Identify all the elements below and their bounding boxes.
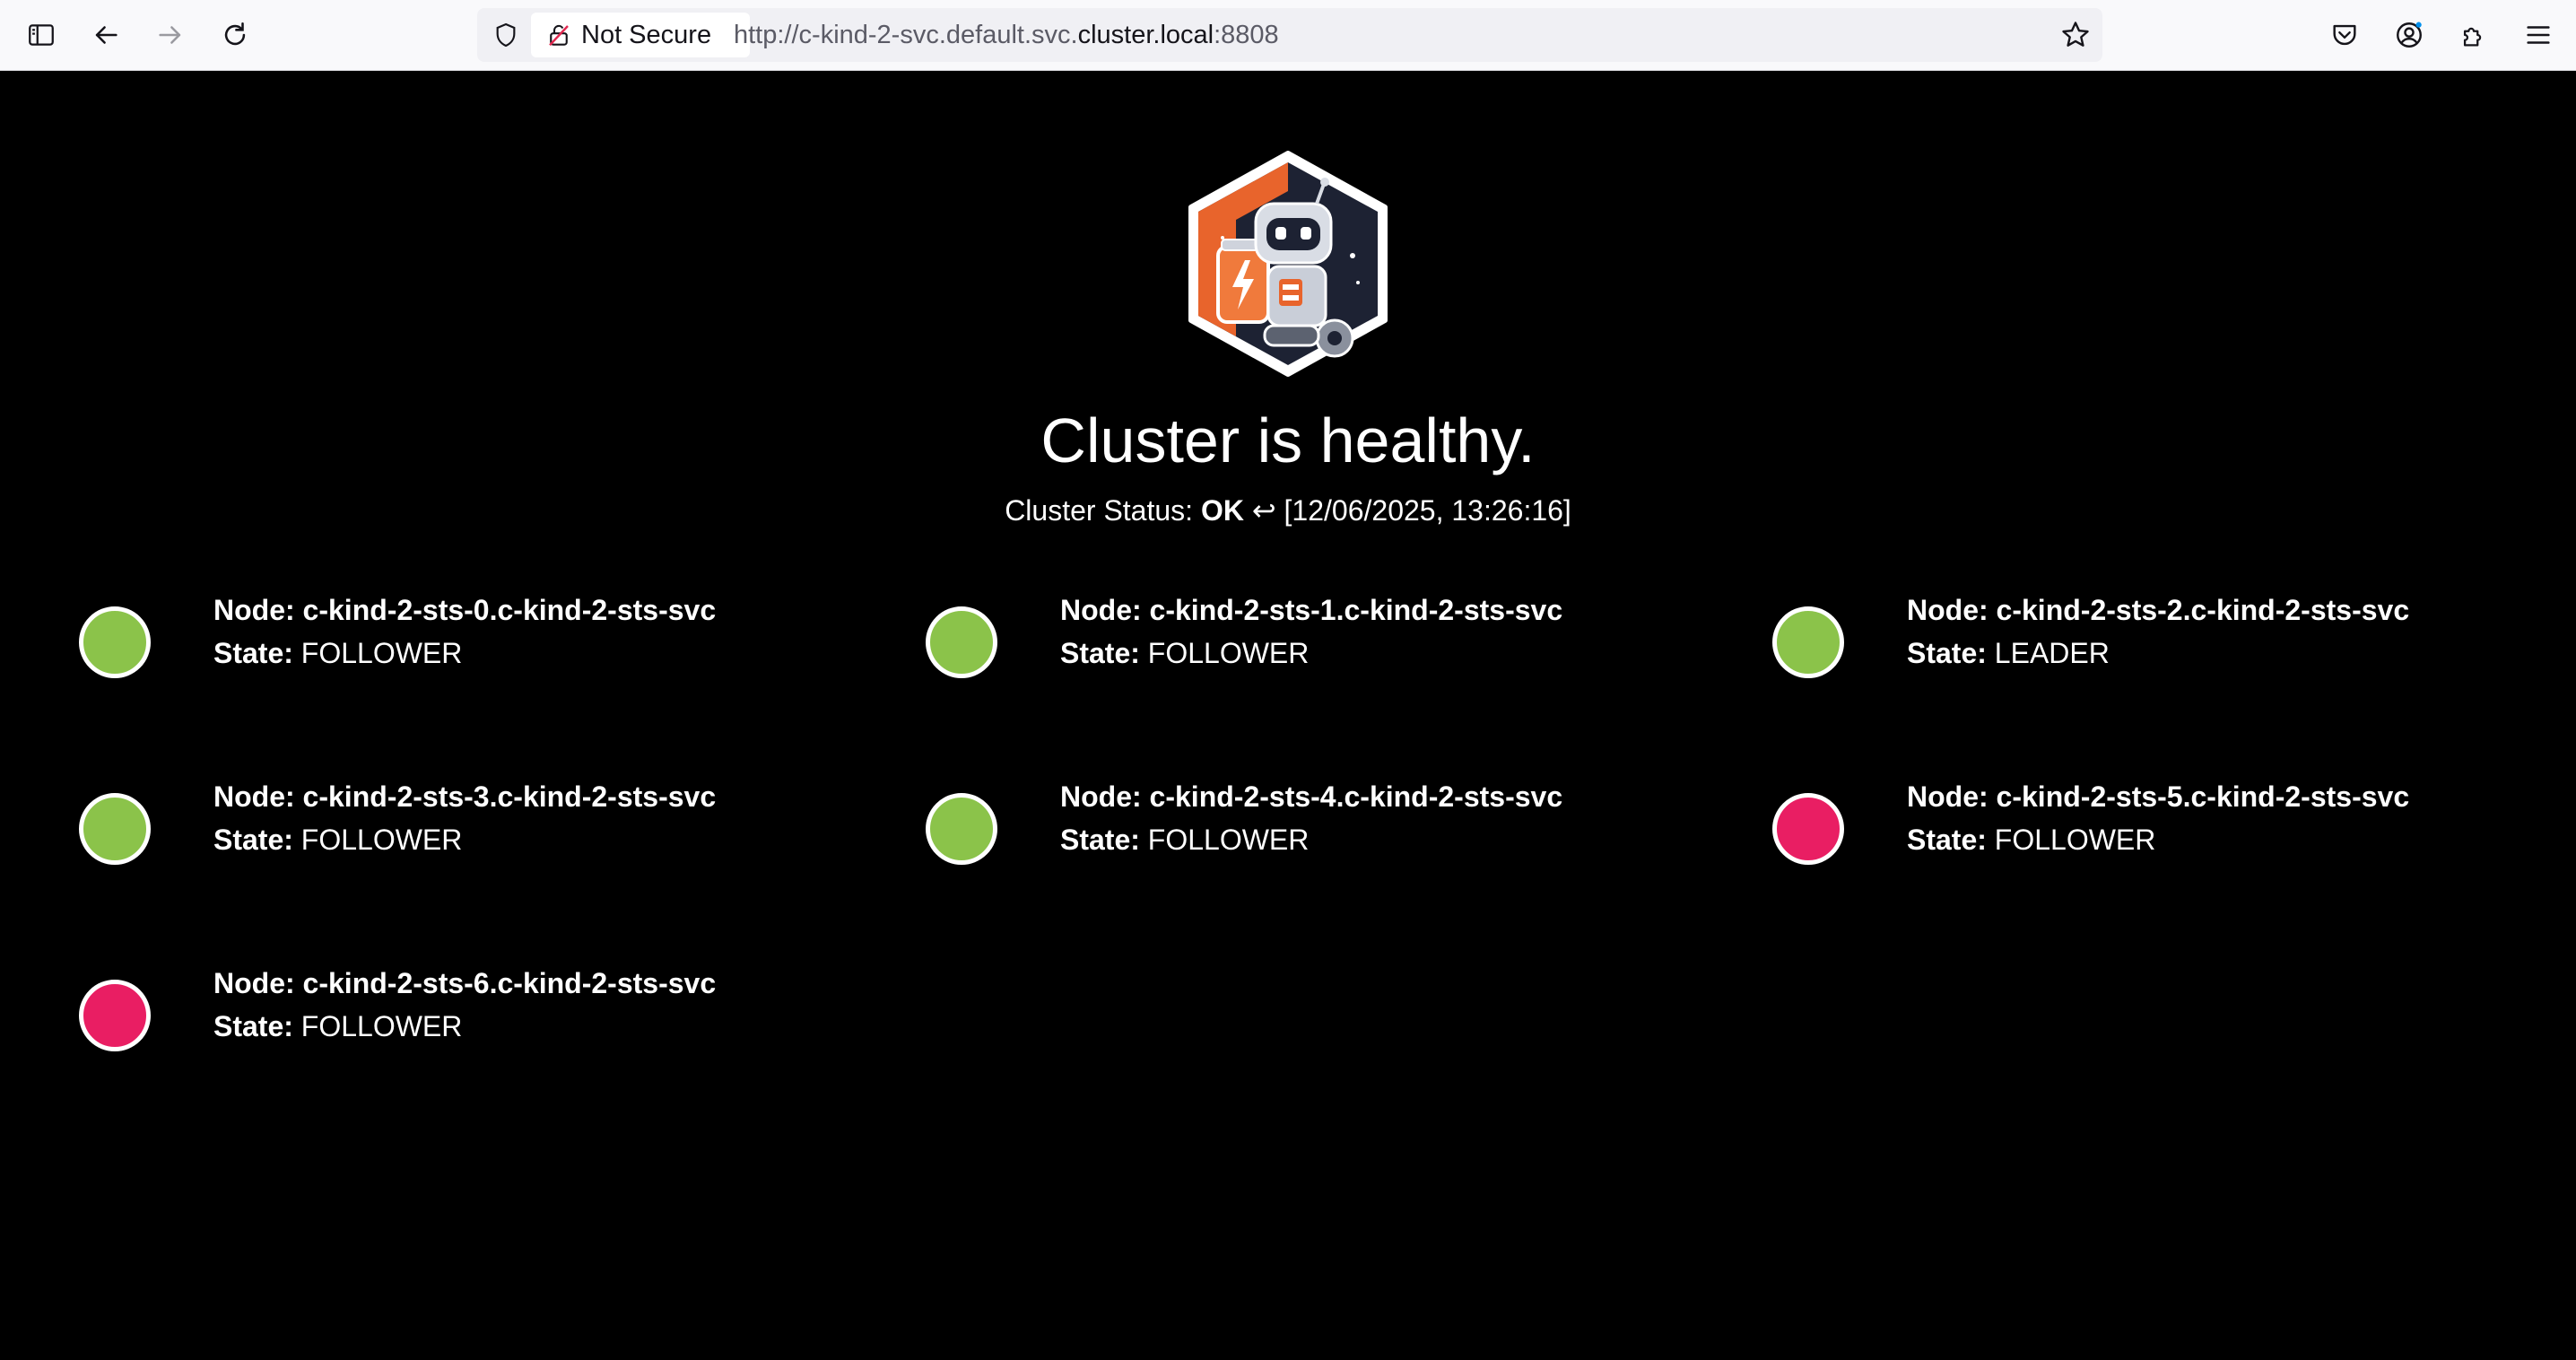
state-prefix: State: — [213, 824, 293, 856]
state-prefix: State: — [1060, 637, 1140, 669]
node-card: Node: c-kind-2-sts-6.c-kind-2-sts-svc Sta… — [79, 965, 886, 1064]
status-value: OK — [1200, 494, 1244, 527]
not-secure-badge[interactable]: Not Secure — [531, 13, 750, 57]
node-name-value: c-kind-2-sts-2.c-kind-2-sts-svc — [1996, 594, 2410, 626]
node-prefix: Node: — [213, 780, 295, 813]
state-prefix: State: — [1060, 824, 1140, 856]
node-status-indicator — [79, 793, 151, 865]
account-icon[interactable] — [2389, 15, 2429, 55]
node-state-value: FOLLOWER — [300, 637, 463, 669]
node-state: State: FOLLOWER — [213, 1008, 462, 1044]
reload-icon[interactable] — [215, 15, 255, 55]
node-prefix: Node: — [1907, 780, 1989, 813]
node-status-indicator — [926, 793, 997, 865]
forward-arrow-icon[interactable] — [151, 15, 190, 55]
url-prefix: http://c-kind-2-svc.default.svc. — [734, 21, 1078, 49]
node-name-value: c-kind-2-sts-1.c-kind-2-sts-svc — [1149, 594, 1563, 626]
node-card: Node: c-kind-2-sts-5.c-kind-2-sts-svc Sta… — [1772, 779, 2576, 877]
app-menu-icon[interactable] — [2519, 15, 2558, 55]
return-arrow-icon: ↩ — [1251, 494, 1276, 527]
node-state: State: LEADER — [1907, 635, 2110, 671]
cluster-headline: Cluster is healthy. — [1040, 405, 1536, 475]
node-name-value: c-kind-2-sts-0.c-kind-2-sts-svc — [302, 594, 717, 626]
url-text[interactable]: http://c-kind-2-svc.default.svc.cluster.… — [734, 8, 1279, 62]
extensions-icon[interactable] — [2454, 15, 2493, 55]
page-content: Cluster is healthy. Cluster Status: OK ↩… — [0, 71, 2576, 1360]
state-prefix: State: — [1907, 824, 1987, 856]
node-state-value: FOLLOWER — [1994, 824, 2156, 856]
node-prefix: Node: — [213, 967, 295, 999]
cluster-status-line: Cluster Status: OK ↩ [12/06/2025, 13:26:… — [0, 493, 2576, 528]
node-state: State: FOLLOWER — [1907, 822, 2155, 858]
node-status-indicator — [926, 606, 997, 678]
node-card: Node: c-kind-2-sts-1.c-kind-2-sts-svc Sta… — [926, 592, 1733, 691]
url-bar[interactable]: Not Secure http://c-kind-2-svc.default.s… — [477, 8, 2102, 62]
node-name-value: c-kind-2-sts-6.c-kind-2-sts-svc — [302, 967, 717, 999]
status-timestamp: [12/06/2025, 13:26:16] — [1284, 494, 1571, 527]
node-status-indicator — [1772, 793, 1844, 865]
bookmark-star-icon[interactable] — [2059, 19, 2092, 51]
robot-logo — [1188, 151, 1388, 377]
insecure-lock-icon — [549, 24, 569, 47]
url-host: cluster.local — [1077, 21, 1214, 49]
status-label: Cluster Status: — [1005, 494, 1194, 527]
node-state: State: FOLLOWER — [1060, 822, 1309, 858]
node-state-value: FOLLOWER — [1147, 824, 1310, 856]
node-state-value: FOLLOWER — [300, 824, 463, 856]
node-name-value: c-kind-2-sts-3.c-kind-2-sts-svc — [302, 780, 717, 813]
pocket-icon[interactable] — [2325, 15, 2364, 55]
node-prefix: Node: — [213, 594, 295, 626]
node-state-value: FOLLOWER — [300, 1010, 463, 1042]
security-label: Not Secure — [581, 20, 712, 49]
node-name: Node: c-kind-2-sts-2.c-kind-2-sts-svc — [1907, 592, 2409, 628]
node-prefix: Node: — [1060, 780, 1142, 813]
sidebar-toggle-icon[interactable] — [22, 15, 61, 55]
node-prefix: Node: — [1907, 594, 1989, 626]
node-card: Node: c-kind-2-sts-0.c-kind-2-sts-svc Sta… — [79, 592, 886, 691]
node-state-value: FOLLOWER — [1147, 637, 1310, 669]
tracking-shield-icon[interactable] — [488, 17, 524, 53]
url-suffix: :8808 — [1214, 21, 1279, 49]
node-status-indicator — [79, 980, 151, 1051]
node-card: Node: c-kind-2-sts-2.c-kind-2-sts-svc Sta… — [1772, 592, 2576, 691]
node-status-indicator — [1772, 606, 1844, 678]
browser-toolbar: Not Secure http://c-kind-2-svc.default.s… — [0, 0, 2576, 71]
node-card: Node: c-kind-2-sts-3.c-kind-2-sts-svc Sta… — [79, 779, 886, 877]
node-card: Node: c-kind-2-sts-4.c-kind-2-sts-svc Sta… — [926, 779, 1733, 877]
node-name-value: c-kind-2-sts-4.c-kind-2-sts-svc — [1149, 780, 1563, 813]
node-name-value: c-kind-2-sts-5.c-kind-2-sts-svc — [1996, 780, 2410, 813]
node-name: Node: c-kind-2-sts-5.c-kind-2-sts-svc — [1907, 779, 2409, 815]
node-prefix: Node: — [1060, 594, 1142, 626]
node-state: State: FOLLOWER — [1060, 635, 1309, 671]
node-name: Node: c-kind-2-sts-6.c-kind-2-sts-svc — [213, 965, 716, 1001]
node-state: State: FOLLOWER — [213, 822, 462, 858]
state-prefix: State: — [213, 637, 293, 669]
state-prefix: State: — [213, 1010, 293, 1042]
back-arrow-icon[interactable] — [86, 15, 126, 55]
node-name: Node: c-kind-2-sts-1.c-kind-2-sts-svc — [1060, 592, 1562, 628]
node-name: Node: c-kind-2-sts-4.c-kind-2-sts-svc — [1060, 779, 1562, 815]
node-state: State: FOLLOWER — [213, 635, 462, 671]
node-name: Node: c-kind-2-sts-0.c-kind-2-sts-svc — [213, 592, 716, 628]
node-name: Node: c-kind-2-sts-3.c-kind-2-sts-svc — [213, 779, 716, 815]
state-prefix: State: — [1907, 637, 1987, 669]
node-state-value: LEADER — [1994, 637, 2110, 669]
node-status-indicator — [79, 606, 151, 678]
